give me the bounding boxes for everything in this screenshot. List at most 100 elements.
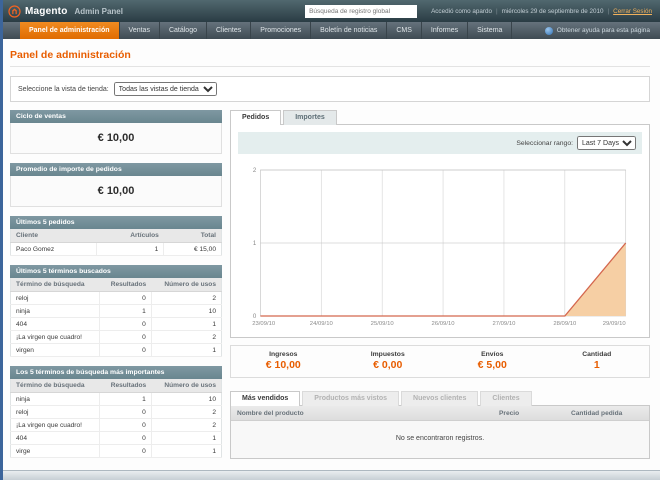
last-orders-table: Cliente Artículos Total Paco Gomez 1 € 1… (10, 229, 222, 256)
card-title: Últimos 5 términos buscados (10, 265, 222, 278)
tab-importes[interactable]: Importes (283, 110, 337, 125)
svg-text:28/09/10: 28/09/10 (553, 321, 577, 327)
header: Magento Admin Panel Accedió como apardo … (0, 0, 660, 22)
nav-item-cms[interactable]: CMS (387, 22, 422, 39)
logged-in-as: Accedió como apardo (431, 7, 492, 15)
tab-clientes[interactable]: Clientes (480, 391, 532, 406)
nav-item-promociones[interactable]: Promociones (251, 22, 312, 39)
table-row[interactable]: reloj 0 2 (10, 291, 222, 305)
nav-item-sistema[interactable]: Sistema (468, 22, 513, 39)
page-help-link[interactable]: Obtener ayuda para esta página (544, 22, 660, 39)
main-nav: Panel de administración Ventas Catálogo … (0, 22, 660, 39)
current-date: miércoles 29 de septiembre de 2010 (501, 7, 604, 15)
col-header: Término de búsqueda (10, 379, 100, 393)
table-row[interactable]: 404 0 1 (10, 431, 222, 445)
col-header: Resultados (99, 379, 152, 393)
brand-title: Magento (25, 5, 68, 17)
tab-nuevos-clientes[interactable]: Nuevos clientes (401, 391, 479, 406)
page-title: Panel de administración (10, 43, 650, 67)
card-title: Últimos 5 pedidos (10, 216, 222, 229)
header-separator: | (607, 7, 610, 15)
last-search-table: Término de búsqueda Resultados Número de… (10, 278, 222, 357)
table-row[interactable]: 404 0 1 (10, 317, 222, 331)
store-view-label: Seleccione la vista de tienda: (18, 85, 109, 93)
stat-envios: Envíos € 5,00 (477, 351, 507, 371)
col-header: Artículos (96, 229, 164, 243)
col-header: Total (163, 229, 222, 243)
orders-chart: 0 1 2 23/09/10 24/09/10 25/09/10 26/09/10 27/09… (252, 168, 627, 327)
svg-text:23/09/10: 23/09/10 (252, 321, 276, 327)
orders-chart-panel: Seleccionar rango: Last 7 Days 0 1 2 23/09/… (230, 124, 650, 338)
table-row[interactable]: Paco Gomez 1 € 15,00 (10, 242, 222, 256)
bestsellers-table: Nombre del producto Precio Cantidad pedi… (231, 406, 649, 458)
help-label: Obtener ayuda para esta página (556, 27, 650, 34)
table-row[interactable]: reloj 0 2 (10, 405, 222, 419)
stat-ingresos: Ingresos € 10,00 (265, 351, 301, 371)
table-row[interactable]: ninja 1 10 (10, 304, 222, 318)
nav-item-boletin[interactable]: Boletín de noticias (311, 22, 388, 39)
svg-text:27/09/10: 27/09/10 (492, 321, 516, 327)
col-header: Cantidad pedida (565, 406, 649, 421)
last-orders-card: Últimos 5 pedidos Cliente Artículos Tota… (10, 216, 222, 256)
store-view-select[interactable]: Todas las vistas de tienda (113, 82, 217, 96)
empty-message: No se encontraron registros. (231, 420, 649, 458)
tab-mas-vendidos[interactable]: Más vendidos (230, 391, 301, 406)
nav-item-catalogo[interactable]: Catálogo (160, 22, 207, 39)
brand-subtitle: Admin Panel (74, 6, 123, 16)
average-order-card: Promedio de importe de pedidos € 10,00 (10, 163, 222, 207)
card-title: Los 5 términos de búsqueda más important… (10, 366, 222, 379)
stat-cantidad: Cantidad 1 (582, 351, 612, 371)
range-label: Seleccionar rango: (516, 139, 573, 147)
magento-logo-icon (8, 4, 21, 18)
col-header: Precio (493, 406, 565, 421)
col-header: Nombre del producto (231, 406, 493, 421)
svg-text:29/09/10: 29/09/10 (603, 321, 627, 327)
range-bar: Seleccionar rango: Last 7 Days (238, 132, 642, 154)
totals-row: Ingresos € 10,00 Impuestos € 0,00 Envíos… (230, 345, 650, 378)
top-search-terms-card: Los 5 términos de búsqueda más important… (10, 366, 222, 458)
svg-text:2: 2 (253, 168, 257, 174)
card-title: Promedio de importe de pedidos (10, 163, 222, 176)
dashboard-right-column: Pedidos Importes Seleccionar rango: Last… (230, 110, 650, 459)
nav-item-informes[interactable]: Informes (422, 22, 469, 39)
header-separator: | (495, 7, 498, 15)
store-view-bar: Seleccione la vista de tienda: Todas las… (10, 76, 650, 102)
bestsellers-panel: Nombre del producto Precio Cantidad pedi… (230, 405, 650, 459)
help-globe-icon (544, 26, 553, 35)
col-header: Resultados (99, 278, 152, 292)
dashboard-left-column: Ciclo de ventas € 10,00 Promedio de impo… (10, 110, 222, 467)
nav-item-dashboard[interactable]: Panel de administración (20, 22, 120, 39)
col-header: Cliente (10, 229, 97, 243)
table-row[interactable]: virge 0 1 (10, 444, 222, 458)
svg-text:26/09/10: 26/09/10 (432, 321, 456, 327)
table-row[interactable]: virgen 0 1 (10, 343, 222, 357)
last-search-terms-card: Últimos 5 términos buscados Término de b… (10, 265, 222, 357)
stat-impuestos: Impuestos € 0,00 (370, 351, 405, 371)
nav-item-ventas[interactable]: Ventas (120, 22, 160, 39)
chart-wrap: 0 1 2 23/09/10 24/09/10 25/09/10 26/09/10 27/09… (238, 160, 642, 330)
page-content: Panel de administración Seleccione la vi… (0, 39, 660, 467)
col-header: Número de usos (151, 379, 222, 393)
nav-item-clientes[interactable]: Clientes (207, 22, 252, 39)
svg-text:1: 1 (253, 241, 257, 247)
lifetime-sales-value: € 10,00 (10, 123, 222, 154)
empty-row: No se encontraron registros. (231, 420, 649, 458)
svg-text:24/09/10: 24/09/10 (310, 321, 334, 327)
table-row[interactable]: ¡La virgen que cuadro! 0 2 (10, 330, 222, 344)
tab-productos-mas-vistos[interactable]: Productos más vistos (302, 391, 400, 406)
table-row[interactable]: ¡La virgen que cuadro! 0 2 (10, 418, 222, 432)
average-order-value: € 10,00 (10, 176, 222, 207)
logout-link[interactable]: Cerrar Sesión (613, 8, 652, 15)
tab-pedidos[interactable]: Pedidos (230, 110, 282, 125)
col-header: Número de usos (151, 278, 222, 292)
svg-text:0: 0 (253, 314, 257, 320)
lifetime-sales-card: Ciclo de ventas € 10,00 (10, 110, 222, 154)
window-bottom-bar (0, 470, 660, 480)
top-search-table: Término de búsqueda Resultados Número de… (10, 379, 222, 458)
card-title: Ciclo de ventas (10, 110, 222, 123)
table-row[interactable]: ninja 1 10 (10, 392, 222, 406)
col-header: Término de búsqueda (10, 278, 100, 292)
global-search-input[interactable] (305, 4, 418, 18)
svg-text:25/09/10: 25/09/10 (371, 321, 395, 327)
range-select[interactable]: Last 7 Days (577, 136, 636, 150)
